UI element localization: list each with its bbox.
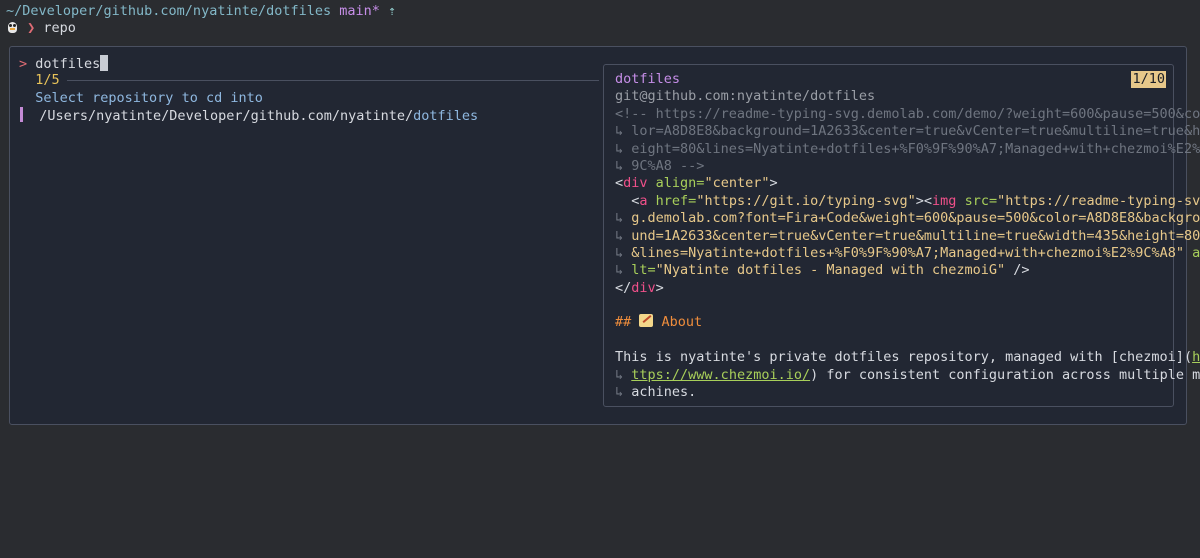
- wrap-arrow-icon: ↳: [615, 210, 624, 227]
- para-line: ↳ ttps://www.chezmoi.io/) for consistent…: [615, 366, 1200, 384]
- punct: />: [1005, 262, 1030, 279]
- comment-line: ↳ lor=A8D8E8&background=1A2633&center=tr…: [615, 123, 1200, 140]
- attr-value: g.demolab.com?font=Fira+Code&weight=600&…: [631, 210, 1200, 227]
- wrap-arrow-icon: ↳: [615, 366, 624, 383]
- punct: >: [655, 279, 664, 296]
- info-separator: [67, 80, 599, 82]
- wrap-arrow-icon: ↳: [615, 244, 624, 261]
- fuzzy-finder-window: > dotfiles 1/5 Select repository to cd i…: [9, 46, 1200, 425]
- attr-value: "Nyatinte dotfiles - Managed with chezmo…: [655, 262, 1006, 279]
- comment-line: ↳ 9C%A8 -->: [615, 157, 705, 174]
- chezmoi-link[interactable]: ttps://www.chezmoi.io/: [631, 367, 810, 383]
- comment-line: <!-- https://readme-typing-svg.demolab.c…: [615, 105, 1200, 122]
- item-path: /Users/nyatinte/Developer/github.com/nya…: [39, 108, 414, 125]
- para-line: This is nyatinte's private dotfiles repo…: [615, 349, 1200, 366]
- punct: </: [615, 279, 632, 296]
- div-open-line: <div align="center">: [615, 175, 1173, 192]
- wrapped-line: ↳ &lines=Nyatinte+dotfiles+%F0%9F%90%A7;…: [615, 244, 1200, 262]
- preview-scroll-badge: 1/10: [1131, 71, 1166, 89]
- git-branch: main*: [339, 3, 380, 19]
- wrapped-line: ↳ lt="Nyatinte dotfiles - Managed with c…: [615, 262, 1173, 279]
- preview-pane[interactable]: 1/10 dotfiles git@github.com:nyatinte/do…: [603, 64, 1200, 407]
- punct: ><: [915, 192, 933, 209]
- preview-remote: git@github.com:nyatinte/dotfiles: [615, 88, 876, 105]
- tag-name: a: [639, 192, 648, 209]
- penguin-icon: [6, 21, 19, 34]
- attr-name: src=: [956, 192, 998, 209]
- tag-name: img: [932, 192, 957, 209]
- about-heading: ## About: [615, 314, 1173, 331]
- finder-header: Select repository to cd into: [19, 90, 599, 107]
- heading-marker: ##: [615, 314, 632, 331]
- punct: >: [769, 175, 778, 192]
- a-tag-line: <a href="https://git.io/typing-svg"><img…: [615, 192, 1200, 210]
- query-prompt-icon: >: [19, 56, 28, 72]
- git-ahead-arrow-icon: ⇡: [388, 3, 397, 19]
- wrap-arrow-icon: ↳: [615, 227, 624, 244]
- item-match-highlight: dotfiles: [413, 108, 479, 125]
- attr-value: "https://readme-typing-sv: [997, 192, 1200, 209]
- prompt-path-line: ~/Developer/github.com/nyatinte/dotfiles…: [6, 3, 1196, 20]
- attr-value: "https://git.io/typing-svg": [696, 192, 916, 209]
- list-item[interactable]: /Users/nyatinte/Developer/github.com/nya…: [19, 107, 599, 124]
- wrapped-line: ↳ g.demolab.com?font=Fira+Code&weight=60…: [615, 210, 1200, 227]
- preview-title: dotfiles: [615, 71, 681, 87]
- memo-icon: [639, 314, 654, 328]
- finder-query-line[interactable]: > dotfiles: [19, 55, 599, 72]
- tag-name: div: [623, 175, 648, 192]
- shell-prompt: ~/Developer/github.com/nyatinte/dotfiles…: [6, 3, 1196, 38]
- typed-command: repo: [43, 20, 76, 37]
- wrapped-line: ↳ und=1A2633&center=true&vCenter=true&mu…: [615, 227, 1200, 245]
- tag-name: div: [631, 279, 656, 296]
- wrap-arrow-icon: ↳: [615, 262, 624, 279]
- prompt-chevron-icon: ❯: [27, 20, 36, 37]
- heading-text: About: [661, 314, 703, 331]
- attr-value: &lines=Nyatinte+dotfiles+%F0%9F%90%A7;Ma…: [631, 244, 1184, 261]
- para-text: This is nyatinte's private dotfiles repo…: [615, 349, 1193, 366]
- punct: <: [615, 175, 624, 192]
- attr-value: "center": [704, 175, 770, 192]
- wrap-arrow-icon: ↳: [615, 384, 624, 401]
- match-count: 1/5: [35, 72, 60, 89]
- attr-value: und=1A2633&center=true&vCenter=true&mult…: [631, 227, 1200, 244]
- cwd-path: ~/Developer/github.com/nyatinte/dotfiles: [6, 3, 332, 19]
- attr-name: align=: [647, 175, 705, 192]
- chezmoi-link[interactable]: h: [1192, 349, 1200, 365]
- para-line: ↳ achines.: [615, 384, 1173, 401]
- finder-list-pane: > dotfiles 1/5 Select repository to cd i…: [19, 55, 599, 125]
- div-close-line: </div>: [615, 280, 1173, 297]
- para-text: achines.: [631, 384, 697, 401]
- finder-info-line: 1/5: [19, 72, 599, 89]
- attr-name: href=: [647, 192, 697, 209]
- text-cursor: [100, 55, 109, 71]
- prompt-command-line: ❯ repo: [6, 20, 1196, 37]
- attr-name: a: [1183, 244, 1200, 261]
- para-text: ) for consistent configuration across mu…: [810, 366, 1200, 383]
- attr-name: lt=: [631, 262, 656, 279]
- comment-line: ↳ eight=80&lines=Nyatinte+dotfiles+%F0%9…: [615, 140, 1200, 157]
- query-input[interactable]: dotfiles: [35, 56, 100, 72]
- header-text: Select repository to cd into: [35, 89, 263, 106]
